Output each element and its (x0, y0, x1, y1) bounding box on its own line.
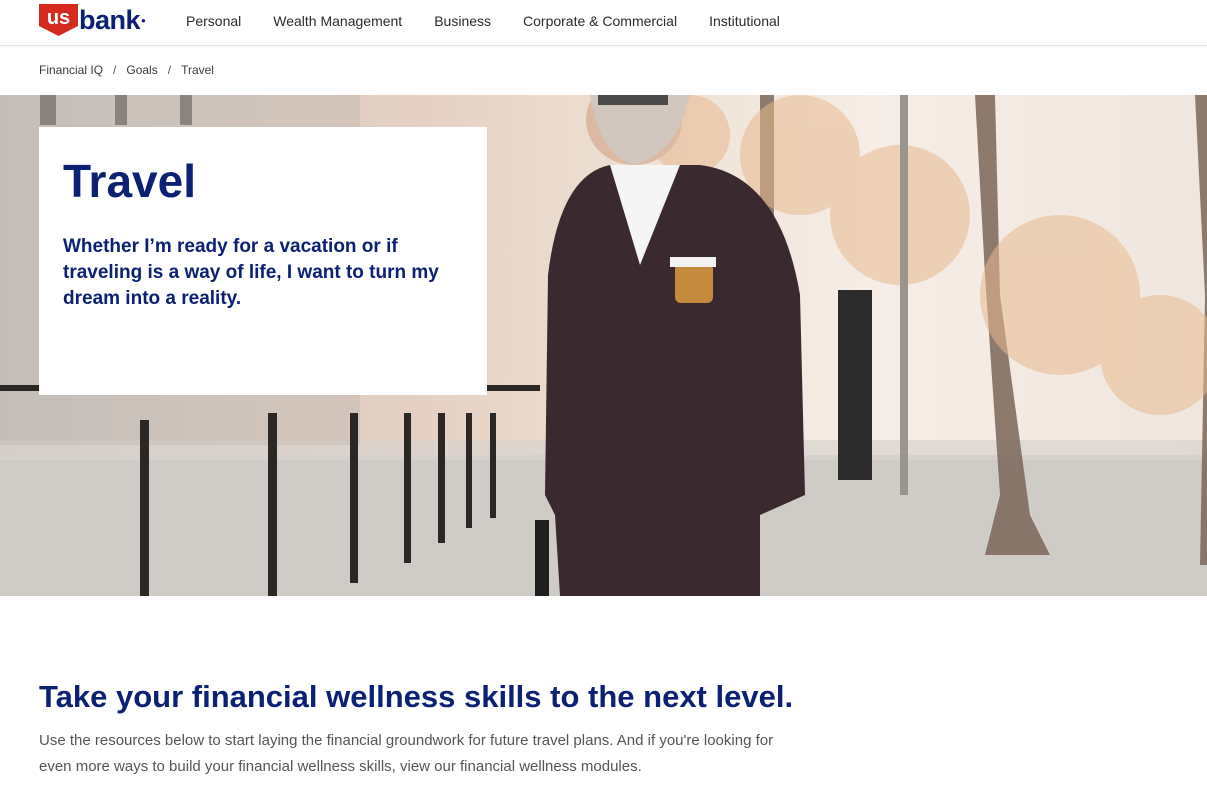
logo-wordmark: bank (79, 5, 141, 35)
nav-item-corporate-commercial[interactable]: Corporate & Commercial (523, 13, 677, 30)
nav-item-personal[interactable]: Personal (186, 13, 241, 30)
nav-item-wealth-management[interactable]: Wealth Management (273, 13, 402, 30)
breadcrumb-separator: / (167, 63, 172, 77)
hero-description: Whether I’m ready for a vacation or if t… (63, 236, 439, 309)
hero-banner: Travel Whether I’m ready for a vacation … (0, 95, 1207, 596)
hero-card: Travel Whether I’m ready for a vacation … (39, 127, 487, 395)
logo-dot-icon: ● (141, 15, 146, 25)
main-nav: Personal Wealth Management Business Corp… (186, 13, 812, 30)
nav-item-business[interactable]: Business (434, 13, 491, 30)
section-heading: Take your financial wellness skills to t… (39, 679, 794, 714)
usbank-shield-icon: us (39, 4, 78, 36)
logo-shield-text: us (47, 7, 70, 29)
section-body: Use the resources below to start laying … (39, 732, 774, 775)
breadcrumb-separator: / (113, 63, 117, 77)
nav-item-institutional[interactable]: Institutional (709, 13, 780, 30)
breadcrumb-goals[interactable]: Goals (126, 63, 157, 77)
usbank-logo[interactable]: us bank ● (39, 4, 146, 36)
page-title: Travel (63, 155, 196, 207)
breadcrumb-current-travel: Travel (181, 63, 214, 77)
breadcrumb-financial-iq[interactable]: Financial IQ (39, 63, 103, 77)
site-header: us bank ● Personal Wealth Management Bus… (0, 0, 1207, 46)
breadcrumb: Financial IQ / Goals / Travel (39, 63, 214, 77)
